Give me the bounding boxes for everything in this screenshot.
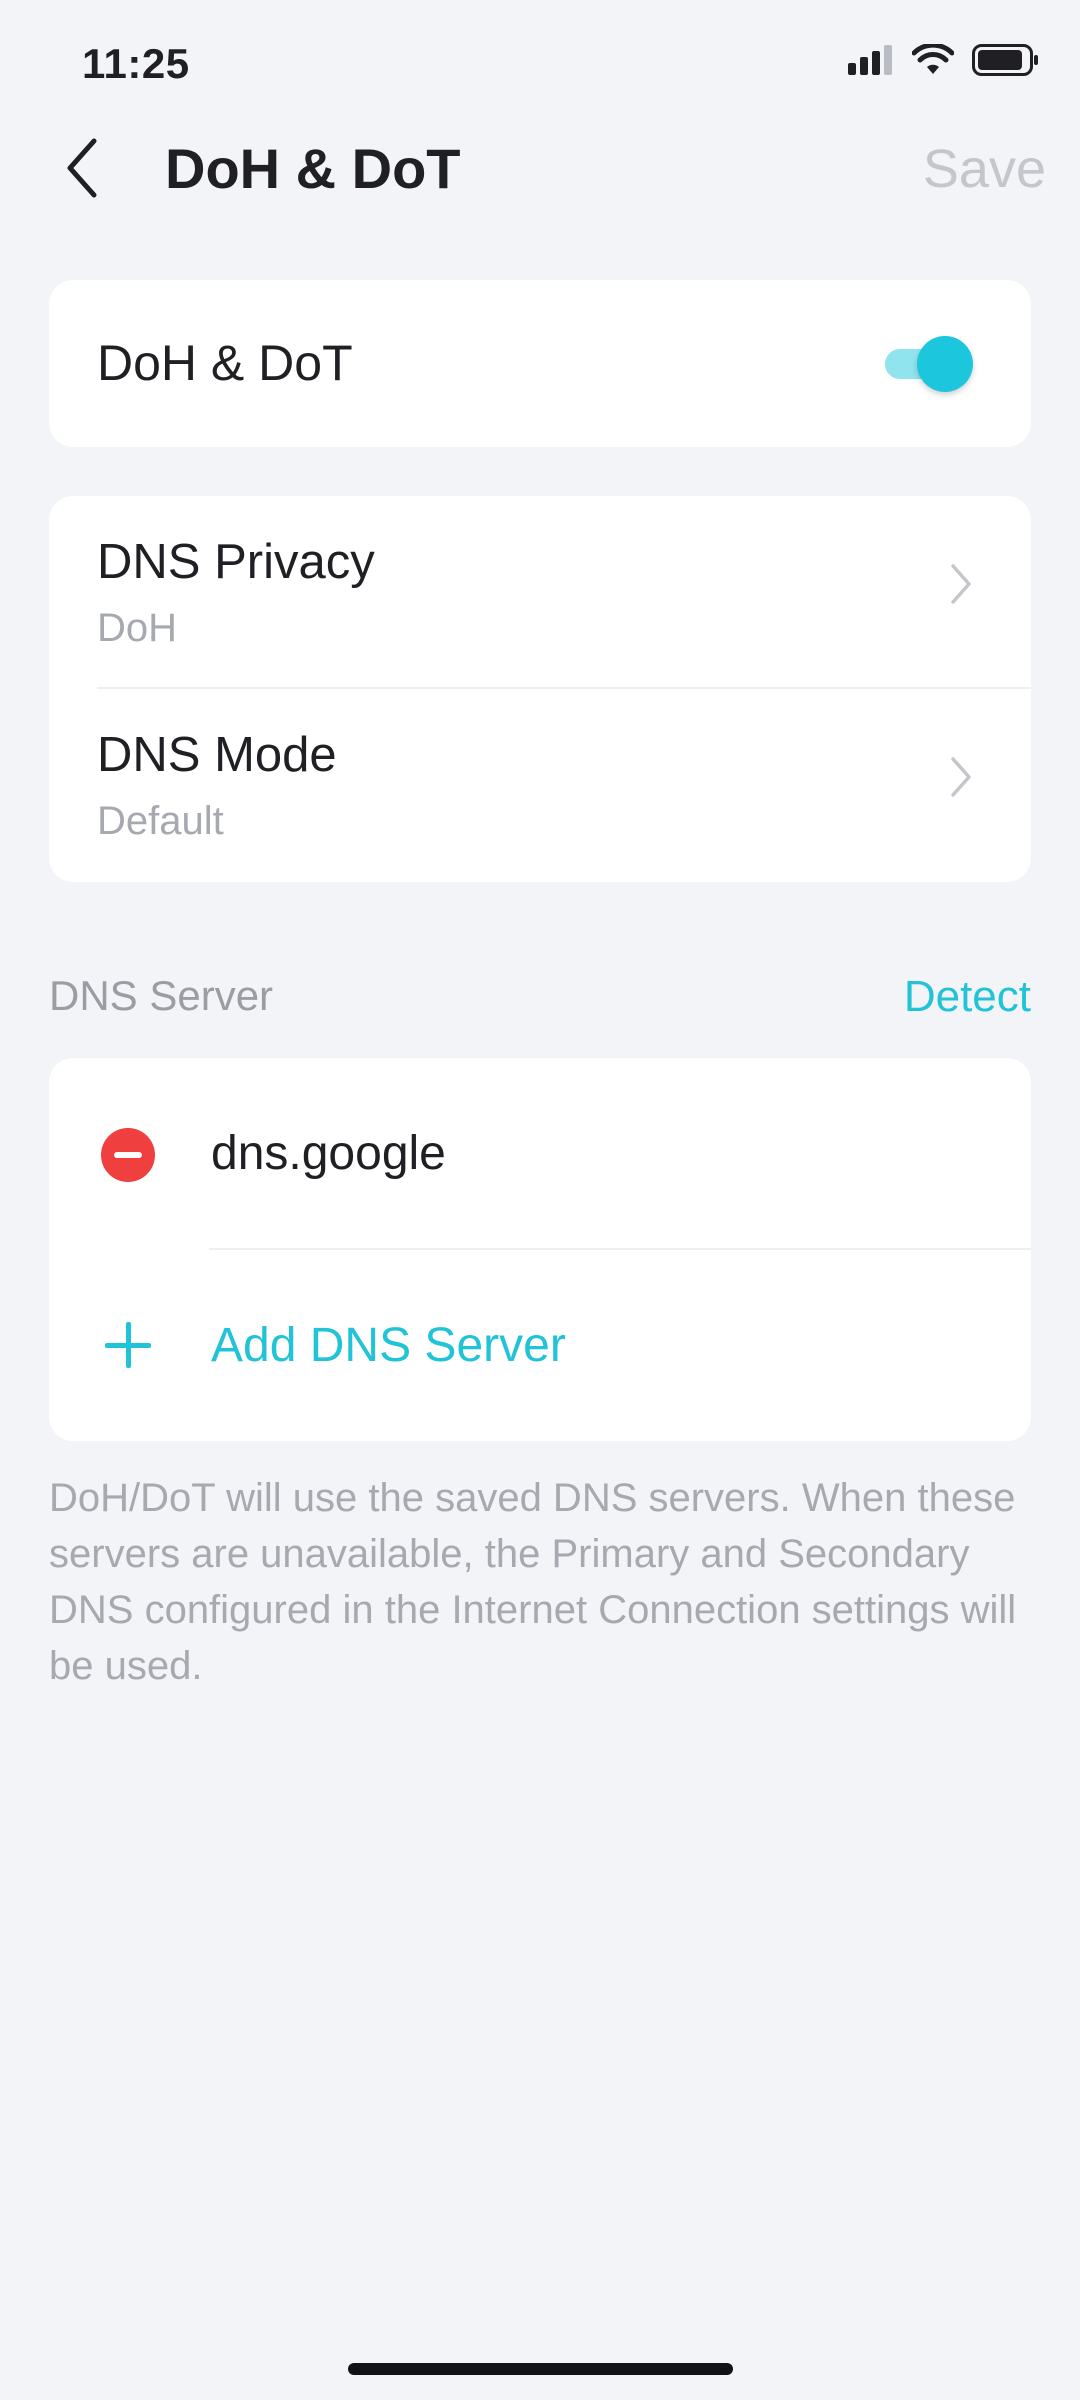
chevron-right-icon xyxy=(949,562,973,611)
dns-mode-row[interactable]: DNS Mode Default xyxy=(49,689,1031,881)
dns-server-card: dns.google Add DNS Server xyxy=(49,1058,1031,1441)
dns-server-section-title: DNS Server xyxy=(49,972,274,1019)
dns-mode-title: DNS Mode xyxy=(97,728,337,782)
home-indicator xyxy=(348,2363,733,2375)
dns-server-name: dns.google xyxy=(211,1127,446,1180)
status-icons xyxy=(848,42,1040,81)
add-dns-server-label: Add DNS Server xyxy=(211,1319,566,1372)
status-bar: 11:25 xyxy=(0,0,1080,130)
doh-dot-toggle-card: DoH & DoT xyxy=(49,280,1031,447)
signal-icon xyxy=(848,45,894,80)
dns-server-row: dns.google xyxy=(49,1058,1031,1250)
plus-icon xyxy=(101,1318,155,1372)
dns-footnote: DoH/DoT will use the saved DNS servers. … xyxy=(49,1476,1017,1688)
chevron-left-icon xyxy=(64,137,100,204)
back-button[interactable] xyxy=(42,130,122,210)
toggle-knob xyxy=(917,336,973,392)
status-time: 11:25 xyxy=(82,40,190,87)
save-button[interactable]: Save xyxy=(923,138,1046,200)
dns-settings-card: DNS Privacy DoH DNS Mode Default xyxy=(49,496,1031,882)
dns-mode-value: Default xyxy=(97,799,224,843)
wifi-icon xyxy=(911,42,955,81)
page-title: DoH & DoT xyxy=(165,137,461,200)
add-dns-server-button[interactable]: Add DNS Server xyxy=(49,1250,1031,1440)
dns-privacy-value: DoH xyxy=(97,606,178,650)
chevron-right-icon xyxy=(949,755,973,804)
doh-dot-toggle-switch[interactable] xyxy=(885,336,973,392)
dns-privacy-row[interactable]: DNS Privacy DoH xyxy=(49,496,1031,689)
battery-icon xyxy=(972,44,1040,81)
nav-header: DoH & DoT Save xyxy=(0,130,1080,210)
doh-dot-toggle-label: DoH & DoT xyxy=(97,335,353,391)
remove-icon[interactable] xyxy=(101,1128,155,1182)
detect-button[interactable]: Detect xyxy=(904,972,1031,1022)
dns-privacy-title: DNS Privacy xyxy=(97,535,375,589)
